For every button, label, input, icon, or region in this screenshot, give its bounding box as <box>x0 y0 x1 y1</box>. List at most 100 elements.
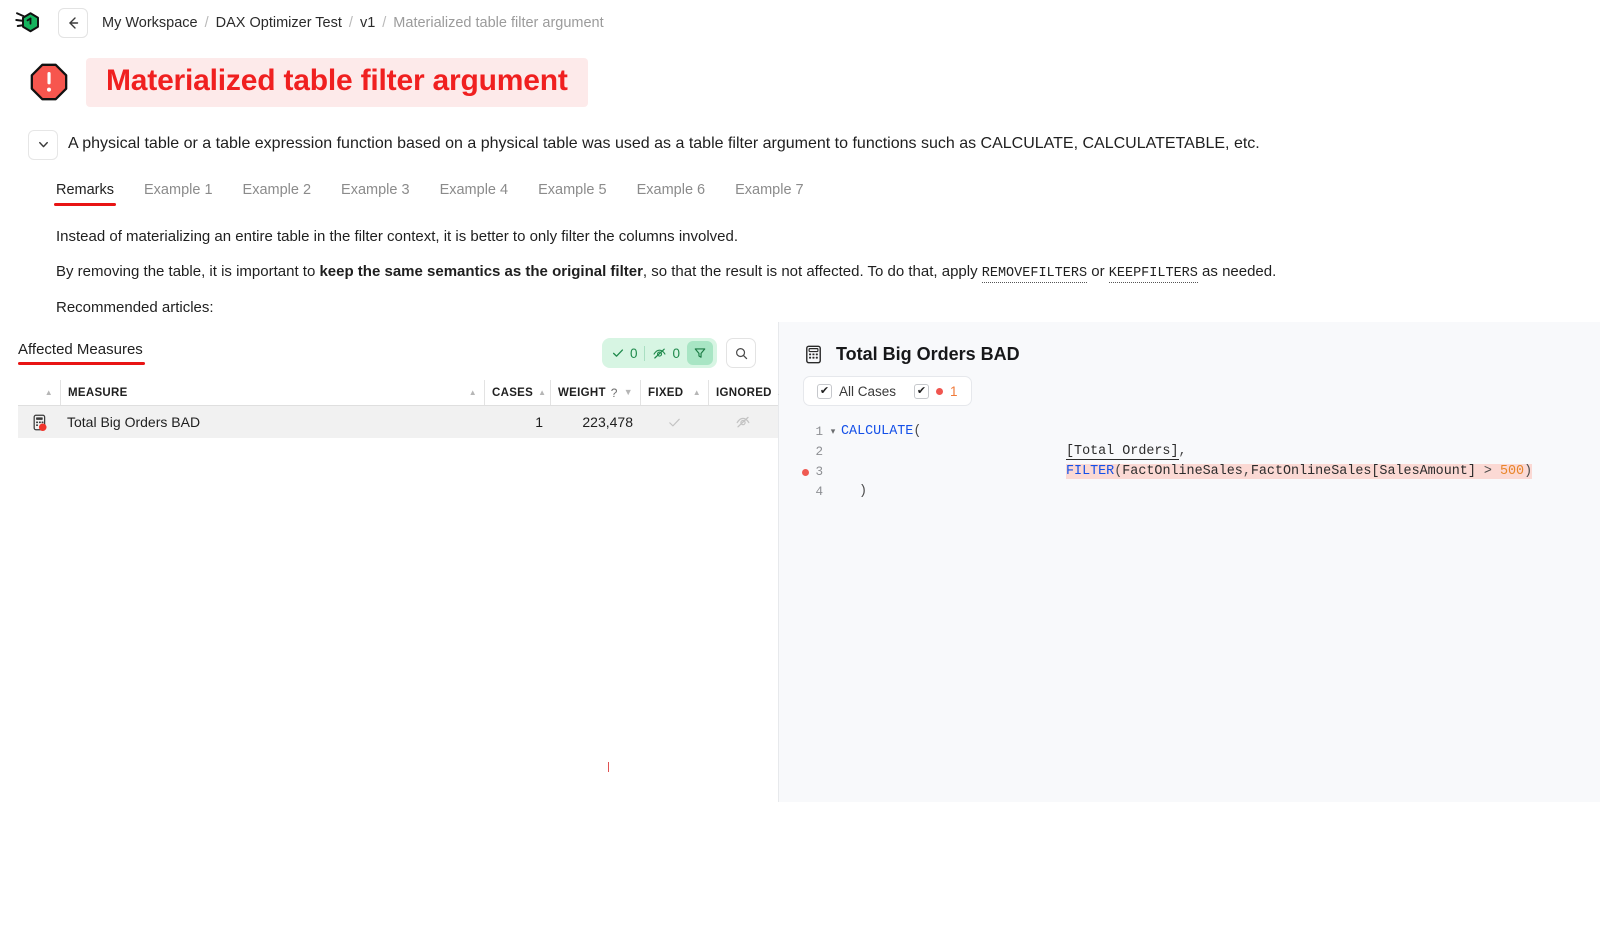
dot-icon <box>936 387 944 395</box>
fixed-count-stat[interactable]: 0 <box>611 345 638 361</box>
fixed-count-value: 0 <box>629 345 638 361</box>
affected-measures-title: Affected Measures <box>18 341 145 365</box>
sort-arrow-icon: ▲ <box>468 387 477 397</box>
chevron-down-icon <box>38 141 48 148</box>
code-gutter: 3 <box>779 462 827 482</box>
example-tabs: Remarks Example 1 Example 2 Example 3 Ex… <box>0 160 1600 206</box>
token-close-paren: ) <box>1524 464 1533 479</box>
column-header-measure[interactable]: MEASURE ▲ <box>60 380 484 405</box>
tab-example-3[interactable]: Example 3 <box>341 182 410 206</box>
rule-title-row: Materialized table filter argument <box>0 46 1600 115</box>
line-number: 2 <box>815 445 823 459</box>
remarks-p2-part-b: , so that the result is not affected. To… <box>642 262 982 280</box>
table-row[interactable]: Total Big Orders BAD 1 223,478 <box>18 406 778 438</box>
arrow-left-icon <box>69 17 79 29</box>
breadcrumb-item-project[interactable]: DAX Optimizer Test <box>216 15 342 31</box>
tab-example-4[interactable]: Example 4 <box>440 182 509 206</box>
removefilters-code-ref[interactable]: REMOVEFILTERS <box>981 265 1088 283</box>
measure-calculator-icon <box>33 414 47 431</box>
token-table-factonlinesales: FactOnlineSales <box>1122 464 1243 479</box>
token-filter: FILTER <box>1066 464 1115 479</box>
keepfilters-code-ref[interactable]: KEEPFILTERS <box>1108 265 1198 283</box>
search-button[interactable] <box>726 338 756 368</box>
tab-remarks[interactable]: Remarks <box>53 182 117 206</box>
remarks-p2-part-a: By removing the table, it is important t… <box>56 262 320 280</box>
tab-example-5[interactable]: Example 5 <box>538 182 607 206</box>
token-column-salesamount: FactOnlineSales[SalesAmount] <box>1250 464 1476 479</box>
measure-weight-cell: 223,478 <box>582 414 633 430</box>
check-icon <box>668 418 680 426</box>
code-line[interactable]: 1 ▾ CALCULATE( <box>779 422 1600 442</box>
eye-slash-icon <box>653 348 666 359</box>
calculator-icon <box>806 345 821 363</box>
code-line-text: [Total Orders], <box>839 442 1187 462</box>
code-line[interactable]: 3 FILTER(FactOnlineSales,FactOnlineSales… <box>779 462 1600 482</box>
filter-toggle-button[interactable] <box>687 341 713 365</box>
highlighted-violation-code: FILTER(FactOnlineSales,FactOnlineSales[S… <box>1066 464 1533 479</box>
search-icon <box>735 347 747 359</box>
breadcrumb-item-workspace[interactable]: My Workspace <box>102 15 198 31</box>
code-line-text: ) <box>839 482 867 502</box>
remarks-paragraph-2: By removing the table, it is important t… <box>56 262 1600 283</box>
measure-name-cell: Total Big Orders BAD <box>67 414 201 430</box>
breakpoint-icon[interactable] <box>802 449 809 456</box>
case-1-checkbox[interactable]: ✔ <box>914 383 930 399</box>
all-cases-option[interactable]: ✔ All Cases <box>817 383 896 399</box>
collapse-toggle-button[interactable] <box>28 129 58 160</box>
column-header-measure-label: MEASURE <box>68 386 128 399</box>
fold-toggle-icon[interactable]: ▾ <box>827 422 839 442</box>
breadcrumb: My Workspace / DAX Optimizer Test / v1 /… <box>102 15 604 31</box>
rule-description: A physical table or a table expression f… <box>68 134 1260 152</box>
dax-optimizer-cube-icon[interactable] <box>14 8 44 38</box>
affected-measures-header: Affected Measures 0 0 <box>0 322 778 370</box>
ignored-count-stat[interactable]: 0 <box>652 346 680 361</box>
remarks-paragraph-1: Instead of materializing an entire table… <box>56 227 739 245</box>
breakpoint-icon[interactable] <box>802 489 809 496</box>
remarks-body: Instead of materializing an entire table… <box>0 206 1600 316</box>
token-total-orders-ref[interactable]: [Total Orders] <box>1066 444 1179 460</box>
measure-fixed-cell[interactable] <box>640 406 708 438</box>
ignored-count-value: 0 <box>672 345 680 361</box>
column-header-sort-gutter[interactable]: ▲ <box>18 380 60 405</box>
token-number-500: 500 <box>1499 464 1525 479</box>
weight-help-icon[interactable]: ? <box>611 386 618 400</box>
sort-arrow-icon: ▲ <box>538 387 547 397</box>
line-number: 1 <box>815 425 823 439</box>
tab-example-6[interactable]: Example 6 <box>637 182 706 206</box>
breadcrumb-item-current: Materialized table filter argument <box>393 15 604 31</box>
breadcrumb-separator: / <box>348 15 353 31</box>
case-1-option[interactable]: ✔ 1 <box>914 383 958 399</box>
breadcrumb-item-version[interactable]: v1 <box>360 15 375 31</box>
code-gutter: 2 <box>779 442 827 462</box>
token-calculate: CALCULATE <box>841 424 914 439</box>
affected-measures-table: ▲ MEASURE ▲ CASES ▲ WEIGHT ? ▼ FIXED ▲ I… <box>18 380 785 438</box>
rule-description-row: A physical table or a table expression f… <box>0 115 1600 160</box>
affected-measures-pane: Affected Measures 0 0 ▲ MEASURE ▲ CASES … <box>0 322 785 802</box>
tab-example-1[interactable]: Example 1 <box>144 182 213 206</box>
breakpoint-icon[interactable] <box>802 429 809 436</box>
all-cases-checkbox[interactable]: ✔ <box>817 383 832 399</box>
measure-ignored-cell[interactable] <box>708 406 778 438</box>
measure-icon-cell <box>18 406 60 438</box>
breadcrumb-separator: / <box>204 15 209 31</box>
octagon-alert-icon <box>30 63 68 101</box>
line-number: 3 <box>815 465 823 479</box>
tab-example-2[interactable]: Example 2 <box>243 182 312 206</box>
code-line[interactable]: 2 [Total Orders], <box>779 442 1600 462</box>
dax-code-editor[interactable]: 1 ▾ CALCULATE( 2 [Total Orders], 3 FILTE… <box>779 422 1600 502</box>
case-1-label: 1 <box>950 383 958 399</box>
column-header-cases[interactable]: CASES ▲ <box>484 380 550 405</box>
column-header-weight[interactable]: WEIGHT ? ▼ <box>550 380 640 405</box>
top-bar: My Workspace / DAX Optimizer Test / v1 /… <box>0 0 1600 46</box>
code-line-text: CALCULATE( <box>839 422 921 442</box>
measure-detail-pane: Total Big Orders BAD ✔ All Cases ✔ 1 1 ▾ <box>779 322 1600 802</box>
column-header-ignored[interactable]: IGNORED ▲ <box>708 380 785 405</box>
content-split: Affected Measures 0 0 ▲ MEASURE ▲ CASES … <box>0 322 1600 802</box>
breakpoint-icon[interactable] <box>802 468 810 476</box>
code-line[interactable]: 4 ) <box>779 482 1600 502</box>
back-button[interactable] <box>58 8 88 38</box>
column-header-fixed[interactable]: FIXED ▲ <box>640 380 708 405</box>
tab-example-7[interactable]: Example 7 <box>735 182 804 206</box>
check-icon <box>612 349 623 357</box>
